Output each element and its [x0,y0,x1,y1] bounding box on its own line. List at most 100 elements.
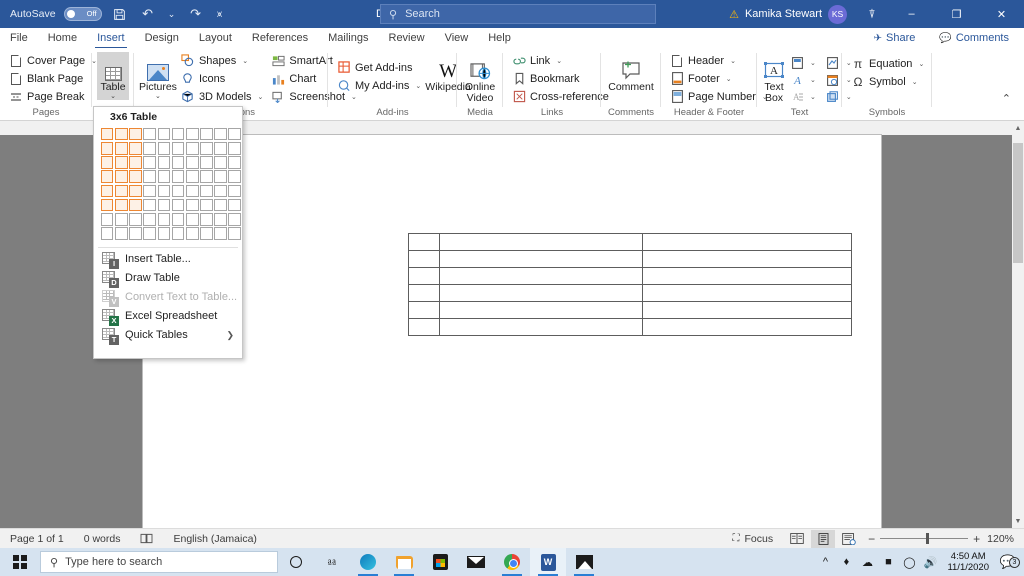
grid-cell-2x1[interactable] [114,127,128,141]
scroll-down-arrow-icon[interactable]: ▼ [1012,514,1024,528]
word-taskbar-icon[interactable]: W [530,548,566,576]
grid-cell-7x4[interactable] [185,170,199,183]
draw-table-menu-item[interactable]: D Draw Table [94,269,242,288]
grid-cell-4x7[interactable] [143,212,156,226]
grid-cell-7x6[interactable] [185,198,199,212]
grid-cell-9x2[interactable] [214,141,227,155]
grid-cell-7x8[interactable] [185,227,199,240]
page-indicator[interactable]: Page 1 of 1 [0,533,74,545]
link-button[interactable]: Link ⌄ [508,52,613,69]
grid-cell-5x2[interactable] [157,141,171,155]
grid-cell-2x2[interactable] [114,141,128,155]
grid-cell-4x2[interactable] [143,141,156,155]
grid-cell-8x4[interactable] [200,170,213,183]
table-row[interactable] [407,233,853,251]
close-button[interactable]: ✕ [979,0,1024,28]
taskbar-search-input[interactable]: ⚲ Type here to search [40,551,278,573]
grid-cell-10x6[interactable] [228,198,242,212]
grid-cell-4x4[interactable] [143,170,156,183]
online-video-button[interactable]: Online Video [462,52,498,104]
grid-cell-4x3[interactable] [143,156,156,169]
cortana-icon[interactable] [278,548,314,576]
grid-cell-6x5[interactable] [171,184,185,198]
text-box-button[interactable]: A Text Box [762,52,786,104]
grid-cell-2x7[interactable] [114,212,128,226]
focus-mode-button[interactable]: ⛶ Focus [723,533,784,545]
comments-button[interactable]: 💬 Comments [930,29,1018,47]
equation-button[interactable]: π Equation ⌄ [847,55,928,72]
grid-cell-5x1[interactable] [157,127,171,141]
bookmark-button[interactable]: Bookmark [508,70,613,87]
grid-cell-3x6[interactable] [129,198,142,212]
table-cell[interactable] [439,301,643,319]
task-view-icon[interactable]: ⎂ [314,548,350,576]
grid-cell-2x6[interactable] [114,198,128,212]
excel-spreadsheet-menu-item[interactable]: X Excel Spreadsheet [94,307,242,326]
grid-cell-10x1[interactable] [228,127,242,141]
collapse-ribbon-chevron-icon[interactable]: ⌃ [1002,92,1019,105]
3d-models-button[interactable]: 3D Models ⌄ [177,88,267,105]
wifi-tray-icon[interactable]: ◯ [899,556,919,569]
page-number-button[interactable]: Page Number ⌄ [666,88,772,105]
grid-cell-1x8[interactable] [100,227,114,240]
show-hidden-icons-chevron[interactable]: ^ [815,556,835,568]
minimize-button[interactable]: – [889,0,934,28]
grid-cell-5x8[interactable] [157,227,171,240]
grid-cell-6x4[interactable] [171,170,185,183]
blank-page-button[interactable]: Blank Page [5,70,101,87]
table-cell[interactable] [641,233,853,251]
table-cell[interactable] [407,250,441,268]
grid-cell-1x5[interactable] [100,184,114,198]
grid-cell-2x3[interactable] [114,156,128,169]
file-explorer-taskbar-icon[interactable] [386,548,422,576]
tab-help[interactable]: Help [478,28,521,49]
table-cell[interactable] [407,318,441,336]
print-layout-view-button[interactable] [811,529,836,548]
zoom-level-label[interactable]: 120% [987,533,1020,545]
grid-cell-4x1[interactable] [143,127,156,141]
table-cell[interactable] [407,267,441,285]
quick-tables-menu-item[interactable]: T Quick Tables ❯ [94,326,242,345]
table-cell[interactable] [641,318,853,336]
grid-cell-9x4[interactable] [214,170,227,183]
save-icon[interactable] [110,4,130,24]
tab-view[interactable]: View [435,28,479,49]
windows-start-icon[interactable] [0,548,40,576]
cover-page-button[interactable]: Cover Page ⌄ [5,52,101,69]
autosave-toggle[interactable]: Off [63,7,102,21]
grid-cell-8x2[interactable] [200,141,213,155]
zoom-slider-knob[interactable] [926,533,930,544]
restore-button[interactable]: ❐ [934,0,979,28]
grid-cell-6x8[interactable] [171,227,185,240]
tab-insert[interactable]: Insert [87,28,135,49]
grid-cell-6x1[interactable] [171,127,185,141]
my-addins-button[interactable]: My Add-ins ⌄ [333,77,425,94]
grid-cell-7x1[interactable] [185,127,199,141]
tab-layout[interactable]: Layout [189,28,242,49]
grid-cell-9x3[interactable] [214,156,227,169]
grid-cell-10x4[interactable] [228,170,242,183]
header-button[interactable]: Header ⌄ [666,52,772,69]
grid-cell-7x5[interactable] [185,184,199,198]
table-cell[interactable] [641,301,853,319]
scroll-up-arrow-icon[interactable]: ▲ [1012,121,1024,135]
undo-icon[interactable]: ↶ [138,4,158,24]
grid-cell-3x1[interactable] [129,127,142,141]
customize-quick-access-icon[interactable]: ⩙ [214,4,226,24]
page-break-button[interactable]: Page Break [5,88,101,105]
table-cell[interactable] [439,284,643,302]
grid-cell-6x7[interactable] [171,212,185,226]
photos-taskbar-icon[interactable] [566,548,602,576]
tab-references[interactable]: References [242,28,318,49]
dropbox-tray-icon[interactable]: ♦ [836,556,856,568]
table-cell[interactable] [439,250,643,268]
grid-cell-7x2[interactable] [185,141,199,155]
vertical-scrollbar[interactable]: ▲ ▼ [1012,121,1024,528]
grid-cell-1x2[interactable] [100,141,114,155]
table-row[interactable] [407,301,853,319]
grid-cell-5x6[interactable] [157,198,171,212]
edge-taskbar-icon[interactable] [350,548,386,576]
table-cell[interactable] [439,318,643,336]
undo-dropdown-icon[interactable]: ⌄ [166,4,178,24]
grid-cell-3x8[interactable] [129,227,142,240]
